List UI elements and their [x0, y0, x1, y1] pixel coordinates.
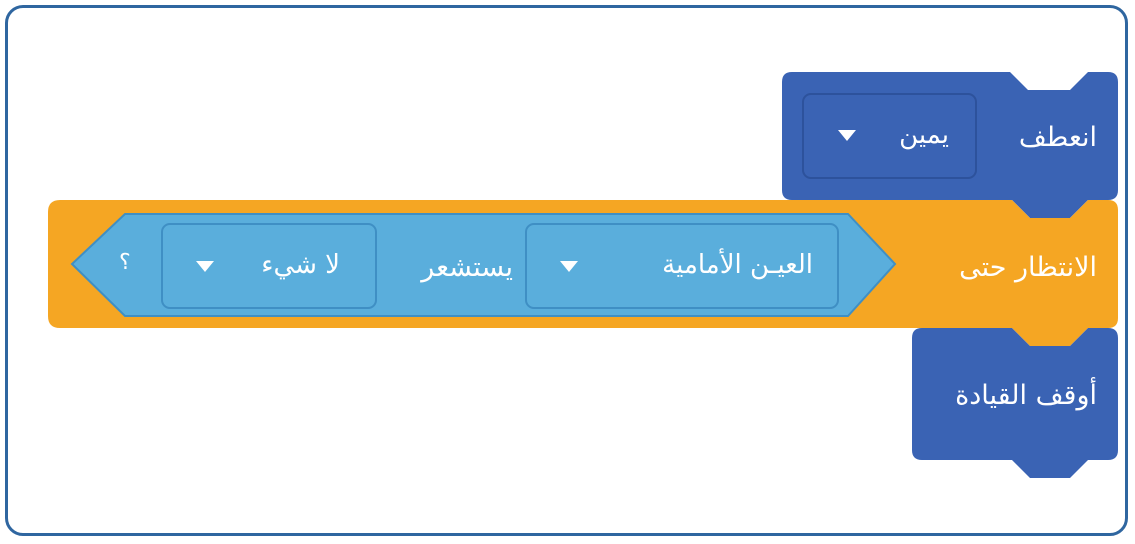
caret-down-icon[interactable]	[838, 130, 856, 141]
senses-label: يستشعر	[421, 252, 513, 283]
object-dropdown-value[interactable]: لا شيء	[261, 252, 340, 278]
direction-dropdown-box[interactable]	[802, 93, 977, 179]
caret-down-icon[interactable]	[560, 261, 578, 272]
question-mark: ؟	[119, 250, 131, 275]
turn-block-label: انعطف	[1018, 122, 1097, 153]
stop-block-label: أوقف القيادة	[955, 380, 1097, 411]
sensor-dropdown-value[interactable]: العيـن الأمامية	[662, 252, 813, 278]
wait-until-block-label: الانتظار حتى	[959, 252, 1097, 283]
caret-down-icon[interactable]	[196, 261, 214, 272]
direction-dropdown-value[interactable]: يمين	[899, 122, 949, 148]
